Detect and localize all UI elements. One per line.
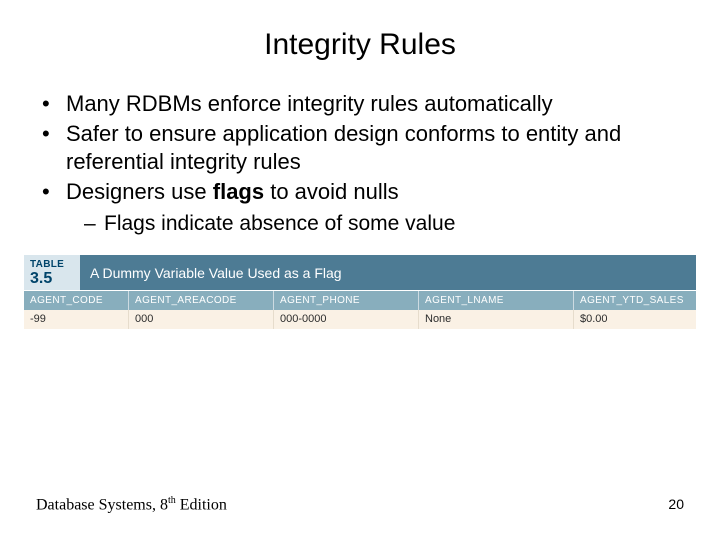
table-cell: None	[419, 310, 574, 329]
table-caption: A Dummy Variable Value Used as a Flag	[80, 255, 696, 290]
table-header-cell: AGENT_LNAME	[419, 291, 574, 310]
table-label-number: 3.5	[30, 270, 74, 288]
table-row: -99 000 000-0000 None $0.00	[24, 310, 696, 329]
table-header-cell: AGENT_PHONE	[274, 291, 419, 310]
bullet-icon: •	[42, 120, 66, 176]
table-cell: 000-0000	[274, 310, 419, 329]
table-cell: $0.00	[574, 310, 696, 329]
sub-bullet-item: – Flags indicate absence of some value	[84, 210, 678, 237]
footer-superscript: th	[168, 495, 176, 506]
table-label-box: TABLE 3.5	[24, 255, 80, 290]
slide-footer: Database Systems, 8th Edition 20	[36, 495, 684, 514]
bullet-item: • Designers use flags to avoid nulls	[42, 178, 678, 206]
table-header-row: AGENT_CODE AGENT_AREACODE AGENT_PHONE AG…	[24, 290, 696, 310]
bullet-text: Many RDBMs enforce integrity rules autom…	[66, 90, 553, 118]
bullet-text-bold: flags	[213, 179, 264, 204]
slide-title: Integrity Rules	[24, 28, 696, 62]
bullet-text-part: Designers use	[66, 179, 213, 204]
bullet-text: Designers use flags to avoid nulls	[66, 178, 399, 206]
bullet-icon: •	[42, 178, 66, 206]
table-header-cell: AGENT_AREACODE	[129, 291, 274, 310]
table-label-word: TABLE	[30, 259, 74, 270]
table-header-cell: AGENT_YTD_SALES	[574, 291, 696, 310]
bullet-item: • Safer to ensure application design con…	[42, 120, 678, 176]
table-figure: TABLE 3.5 A Dummy Variable Value Used as…	[24, 255, 696, 329]
page-number: 20	[668, 496, 684, 512]
footer-book-title: Database Systems, 8th Edition	[36, 495, 227, 514]
bullet-item: • Many RDBMs enforce integrity rules aut…	[42, 90, 678, 118]
footer-text-part: Database Systems, 8	[36, 496, 168, 513]
bullet-list: • Many RDBMs enforce integrity rules aut…	[24, 90, 696, 237]
footer-text-part: Edition	[176, 496, 227, 513]
sub-bullet-text: Flags indicate absence of some value	[104, 210, 455, 237]
table-cell: 000	[129, 310, 274, 329]
bullet-icon: •	[42, 90, 66, 118]
dash-icon: –	[84, 210, 104, 237]
table-cell: -99	[24, 310, 129, 329]
table-header-cell: AGENT_CODE	[24, 291, 129, 310]
bullet-text-part: to avoid nulls	[264, 179, 399, 204]
bullet-text: Safer to ensure application design confo…	[66, 120, 678, 176]
